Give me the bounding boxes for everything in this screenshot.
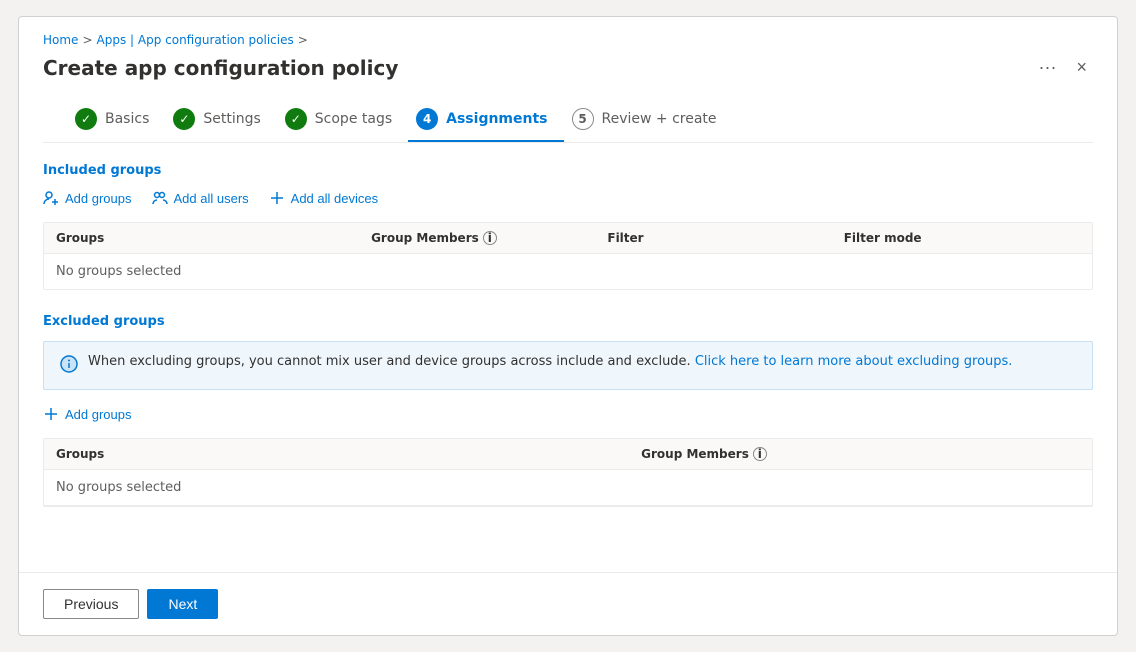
- step-basics-icon: [75, 108, 97, 130]
- add-all-devices-label: Add all devices: [291, 191, 378, 206]
- more-options-button[interactable]: ···: [1033, 55, 1063, 80]
- info-icon: [60, 355, 78, 377]
- step-review-icon: 5: [572, 108, 594, 130]
- exc-col-groups: Groups: [56, 447, 641, 461]
- included-table-header: Groups Group Members i Filter Filter mod…: [44, 223, 1092, 254]
- excluded-empty-row: No groups selected: [44, 470, 1092, 505]
- breadcrumb-apps[interactable]: Apps | App configuration policies: [97, 33, 294, 47]
- exc-add-icon: [43, 406, 59, 422]
- main-window: Home > Apps | App configuration policies…: [18, 16, 1118, 636]
- next-button[interactable]: Next: [147, 589, 218, 619]
- alert-link[interactable]: Click here to learn more about excluding…: [695, 354, 1013, 369]
- step-scope-tags[interactable]: Scope tags: [277, 100, 408, 142]
- excluded-groups-section: Excluded groups When excluding groups, y…: [43, 314, 1093, 507]
- step-assignments[interactable]: 4 Assignments: [408, 100, 563, 142]
- inc-col-groups: Groups: [56, 231, 371, 245]
- title-actions: ··· ×: [1033, 55, 1094, 80]
- step-review-create[interactable]: 5 Review + create: [564, 100, 733, 142]
- add-groups-icon: [43, 190, 59, 206]
- alert-text: When excluding groups, you cannot mix us…: [88, 354, 1012, 369]
- step-basics[interactable]: Basics: [67, 100, 165, 142]
- step-settings-label: Settings: [203, 111, 260, 127]
- close-button[interactable]: ×: [1070, 55, 1093, 80]
- included-groups-section: Included groups Add groups Add all users…: [43, 163, 1093, 290]
- excluded-groups-actions: Add groups: [43, 406, 1093, 422]
- previous-button[interactable]: Previous: [43, 589, 139, 619]
- page-title: Create app configuration policy: [43, 56, 398, 80]
- title-row: Create app configuration policy ··· ×: [43, 55, 1093, 80]
- add-groups-label: Add groups: [65, 191, 132, 206]
- exc-group-members-info-icon: i: [753, 447, 767, 461]
- step-assignments-label: Assignments: [446, 111, 547, 127]
- step-review-label: Review + create: [602, 111, 717, 127]
- breadcrumb: Home > Apps | App configuration policies…: [43, 33, 1093, 47]
- included-groups-actions: Add groups Add all users Add all devices: [43, 190, 1093, 206]
- add-all-devices-icon: [269, 190, 285, 206]
- step-scope-tags-label: Scope tags: [315, 111, 392, 127]
- add-all-users-icon: [152, 190, 168, 206]
- step-settings-icon: [173, 108, 195, 130]
- included-groups-table: Groups Group Members i Filter Filter mod…: [43, 222, 1093, 290]
- excluded-groups-title: Excluded groups: [43, 314, 1093, 329]
- included-empty-row: No groups selected: [44, 254, 1092, 289]
- excluded-table-header: Groups Group Members i: [44, 439, 1092, 470]
- exc-add-groups-button[interactable]: Add groups: [43, 406, 132, 422]
- inc-col-members: Group Members i: [371, 231, 607, 245]
- breadcrumb-home[interactable]: Home: [43, 33, 78, 47]
- footer: Previous Next: [19, 572, 1117, 635]
- add-all-devices-button[interactable]: Add all devices: [269, 190, 378, 206]
- exc-add-groups-label: Add groups: [65, 407, 132, 422]
- add-groups-button[interactable]: Add groups: [43, 190, 132, 206]
- step-basics-label: Basics: [105, 111, 149, 127]
- inc-col-filter-mode: Filter mode: [844, 231, 1080, 245]
- step-scope-tags-icon: [285, 108, 307, 130]
- group-members-info-icon: i: [483, 231, 497, 245]
- excluded-groups-alert: When excluding groups, you cannot mix us…: [43, 341, 1093, 390]
- breadcrumb-sep1: >: [82, 33, 92, 47]
- add-all-users-button[interactable]: Add all users: [152, 190, 249, 206]
- inc-col-filter: Filter: [607, 231, 843, 245]
- exc-col-members: Group Members i: [641, 447, 1080, 461]
- content-area: Included groups Add groups Add all users…: [19, 143, 1117, 572]
- wizard-steps: Basics Settings Scope tags 4 Assignments…: [43, 80, 1093, 143]
- window-header: Home > Apps | App configuration policies…: [19, 17, 1117, 143]
- included-groups-title: Included groups: [43, 163, 1093, 178]
- table-divider: [44, 505, 1092, 506]
- breadcrumb-sep2: >: [298, 33, 308, 47]
- excluded-groups-table: Groups Group Members i No groups selecte…: [43, 438, 1093, 507]
- step-settings[interactable]: Settings: [165, 100, 276, 142]
- step-assignments-icon: 4: [416, 108, 438, 130]
- add-all-users-label: Add all users: [174, 191, 249, 206]
